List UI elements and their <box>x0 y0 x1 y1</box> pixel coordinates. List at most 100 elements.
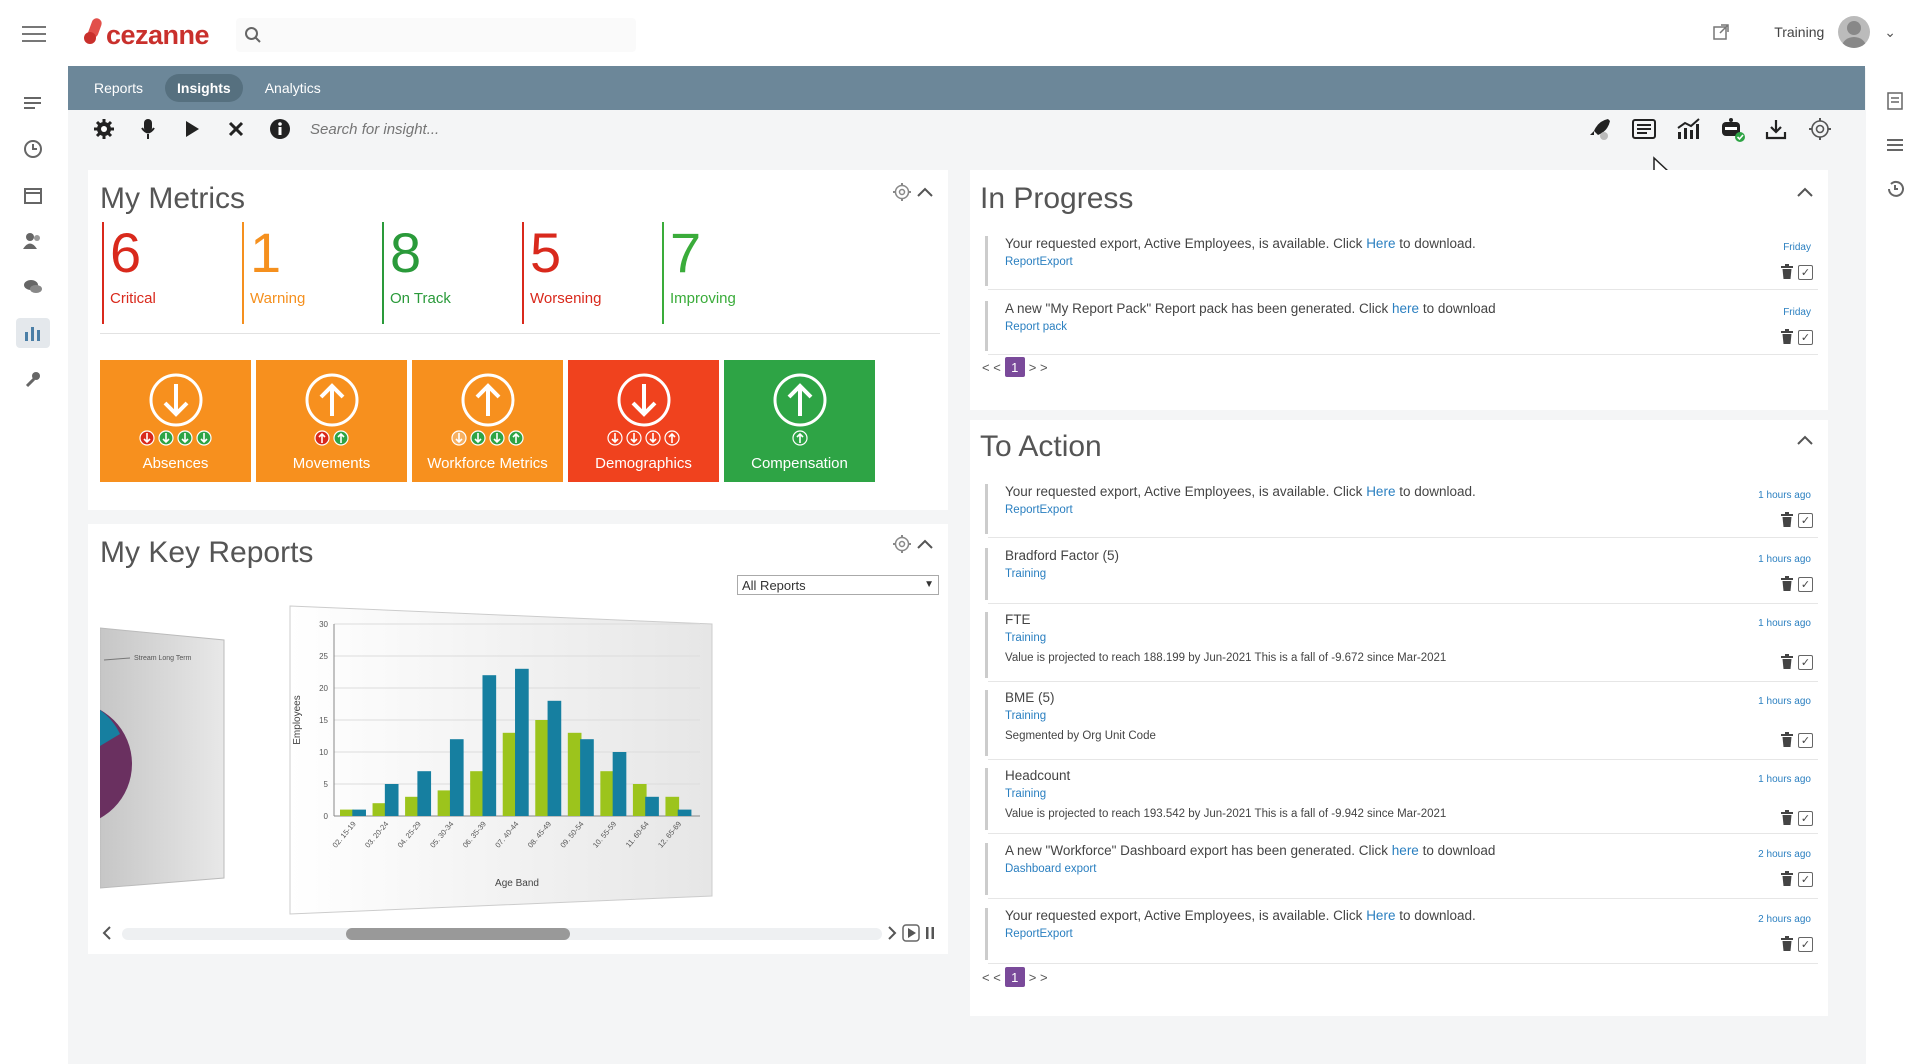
notification-category[interactable]: ReportExport <box>1005 928 1073 940</box>
notification-item[interactable]: A new "Workforce" Dashboard export has b… <box>985 843 1817 901</box>
sidebar-item-people[interactable] <box>16 226 50 256</box>
report-card-age-band[interactable]: 0 5 10 15 20 25 30 Employees 02. 15-19 03. 20-24 0… <box>286 604 716 916</box>
download-link[interactable]: here <box>1392 843 1419 858</box>
metric-counter[interactable]: 1 Warning <box>244 222 305 322</box>
download-button[interactable] <box>1754 110 1798 148</box>
play-button[interactable] <box>170 110 214 148</box>
mark-done-checkbox[interactable]: ✓ <box>1798 732 1813 748</box>
mark-done-checkbox[interactable]: ✓ <box>1798 654 1813 670</box>
download-link[interactable]: Here <box>1366 236 1395 251</box>
sidebar-item-insights[interactable] <box>16 318 50 348</box>
notification-item[interactable]: FTE Training Value is projected to reach 1… <box>985 612 1817 684</box>
gear-outline-icon[interactable] <box>892 182 912 202</box>
metric-tile[interactable]: Demographics <box>568 360 719 482</box>
notification-category[interactable]: ReportExport <box>1005 504 1073 516</box>
play-circle-icon[interactable] <box>902 924 920 942</box>
chevron-right-icon[interactable] <box>887 925 897 941</box>
chevron-down-icon[interactable]: ⌄ <box>1884 24 1896 41</box>
trash-icon[interactable] <box>1780 654 1794 670</box>
chevron-up-icon[interactable] <box>1796 186 1814 198</box>
pager-prev[interactable]: < < <box>982 360 1001 375</box>
notification-item[interactable]: Bradford Factor (5) Training 1 hours ago ✓ <box>985 548 1817 606</box>
sidebar-item-chat[interactable] <box>16 272 50 302</box>
sidebar-item-history[interactable] <box>16 134 50 164</box>
chevron-up-icon[interactable] <box>1796 434 1814 446</box>
mark-done-checkbox[interactable]: ✓ <box>1798 576 1813 592</box>
global-search-input[interactable] <box>236 18 636 52</box>
notification-category[interactable]: Training <box>1005 632 1046 644</box>
mark-done-checkbox[interactable]: ✓ <box>1798 936 1813 952</box>
metric-counter[interactable]: 8 On Track <box>384 222 451 322</box>
trash-icon[interactable] <box>1780 732 1794 748</box>
right-rail-document[interactable] <box>1878 86 1912 116</box>
metric-tile[interactable]: Compensation <box>724 360 875 482</box>
scroll-thumb[interactable] <box>346 928 570 940</box>
download-link[interactable]: Here <box>1366 908 1395 923</box>
pause-icon[interactable] <box>924 926 936 940</box>
mark-done-checkbox[interactable]: ✓ <box>1798 871 1813 887</box>
metric-tile[interactable]: Movements <box>256 360 407 482</box>
metric-counter[interactable]: 6 Critical <box>104 222 156 322</box>
mark-done-checkbox[interactable]: ✓ <box>1798 810 1813 826</box>
metric-counter[interactable]: 5 Worsening <box>524 222 601 322</box>
gear-outline-icon[interactable] <box>892 534 912 554</box>
notification-category[interactable]: Training <box>1005 568 1046 580</box>
mark-done-checkbox[interactable]: ✓ <box>1798 329 1813 345</box>
download-link[interactable]: Here <box>1366 484 1395 499</box>
right-rail-history[interactable] <box>1878 174 1912 204</box>
reports-filter-select[interactable]: All Reports ▼ <box>737 575 939 595</box>
user-name[interactable]: Training <box>1774 24 1824 40</box>
notification-item[interactable]: BME (5) Training Segmented by Org Unit Cod… <box>985 690 1817 762</box>
insight-search-input[interactable] <box>310 115 1570 143</box>
metric-tile[interactable]: Workforce Metrics <box>412 360 563 482</box>
notification-category[interactable]: ReportExport <box>1005 256 1073 268</box>
trash-icon[interactable] <box>1780 329 1794 345</box>
notification-item[interactable]: Headcount Training Value is projected to r… <box>985 768 1817 836</box>
download-link[interactable]: here <box>1392 301 1419 316</box>
trend-chart-button[interactable] <box>1666 110 1710 148</box>
notification-item[interactable]: Your requested export, Active Employees,… <box>985 484 1817 540</box>
tab-reports[interactable]: Reports <box>82 74 155 102</box>
report-card-pie[interactable]: Stream Long Term <box>100 624 230 894</box>
notification-category[interactable]: Training <box>1005 710 1046 722</box>
notification-category[interactable]: Training <box>1005 788 1046 800</box>
sidebar-item-tools[interactable] <box>16 364 50 394</box>
right-rail-list[interactable] <box>1878 130 1912 160</box>
trash-icon[interactable] <box>1780 512 1794 528</box>
chevron-up-icon[interactable] <box>916 538 934 550</box>
preferences-button[interactable] <box>1798 110 1842 148</box>
clear-button[interactable] <box>214 110 258 148</box>
tab-analytics[interactable]: Analytics <box>253 74 333 102</box>
trash-icon[interactable] <box>1780 871 1794 887</box>
tab-insights[interactable]: Insights <box>165 74 243 102</box>
chevron-left-icon[interactable] <box>102 925 112 941</box>
pager-next[interactable]: > > <box>1029 360 1048 375</box>
sidebar-item-calendar[interactable] <box>16 180 50 210</box>
avatar[interactable] <box>1838 16 1871 48</box>
notification-item[interactable]: Your requested export, Active Employees,… <box>985 236 1817 292</box>
mark-done-checkbox[interactable]: ✓ <box>1798 512 1813 528</box>
trash-icon[interactable] <box>1780 936 1794 952</box>
trash-icon[interactable] <box>1780 810 1794 826</box>
microphone-button[interactable] <box>126 110 170 148</box>
trash-icon[interactable] <box>1780 576 1794 592</box>
metric-tile[interactable]: Absences <box>100 360 251 482</box>
trash-icon[interactable] <box>1780 264 1794 280</box>
notification-category[interactable]: Dashboard export <box>1005 863 1096 875</box>
cezanne-logo[interactable]: cezanne <box>82 16 210 52</box>
chevron-up-icon[interactable] <box>916 186 934 198</box>
external-link-icon[interactable] <box>1712 23 1730 41</box>
hamburger-menu-icon[interactable] <box>22 26 46 44</box>
notification-item[interactable]: A new "My Report Pack" Report pack has b… <box>985 301 1817 357</box>
pager-prev[interactable]: < < <box>982 970 1001 985</box>
notification-category[interactable]: Report pack <box>1005 321 1067 333</box>
pager-next[interactable]: > > <box>1029 970 1048 985</box>
metric-counter[interactable]: 7 Improving <box>664 222 736 322</box>
sidebar-item-tasks[interactable] <box>16 88 50 118</box>
text-summary-button[interactable] <box>1622 110 1666 148</box>
mark-done-checkbox[interactable]: ✓ <box>1798 264 1813 280</box>
pager-page[interactable]: 1 <box>1004 967 1025 987</box>
pager-page[interactable]: 1 <box>1004 357 1025 377</box>
settings-button[interactable] <box>82 110 126 148</box>
notification-item[interactable]: Your requested export, Active Employees,… <box>985 908 1817 966</box>
